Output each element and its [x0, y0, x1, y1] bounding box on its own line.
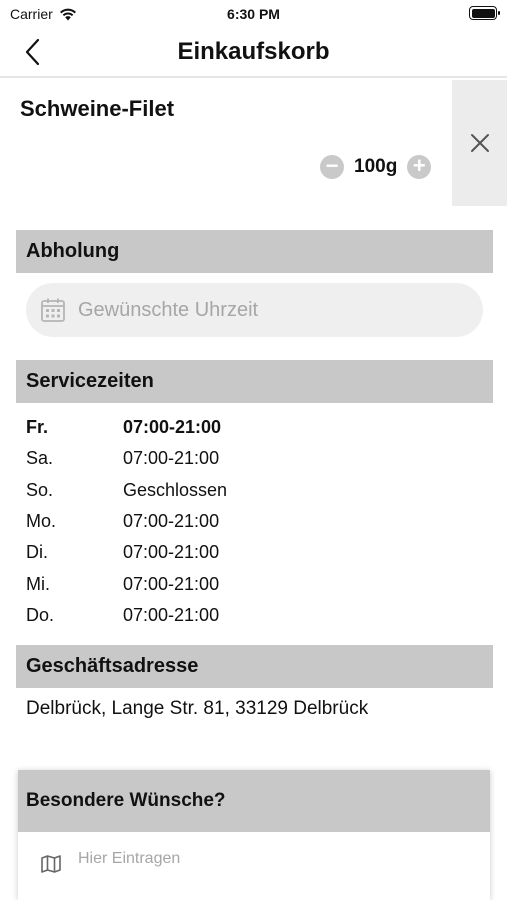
minus-circle-icon: −: [325, 153, 339, 178]
battery-icon: [469, 6, 500, 20]
hours-time: Geschlossen: [123, 479, 228, 500]
quantity-stepper: − 100g +: [320, 152, 432, 182]
hours-day: So.: [26, 479, 54, 500]
hours-time: 07:00-21:00: [123, 542, 220, 563]
hours-day: Do.: [26, 604, 55, 625]
hours-day: Mo.: [26, 511, 57, 532]
nav-bar: Einkaufskorb: [0, 28, 507, 78]
store-address: Delbrück, Lange Str. 81, 33129 Delbrück: [26, 698, 369, 719]
service-hours-list: Fr. 07:00-21:00 Sa. 07:00-21:00 So. Gesc…: [26, 412, 466, 631]
close-icon: [470, 134, 489, 152]
special-requests-input[interactable]: Hier Eintragen: [40, 850, 180, 874]
special-requests-card: Besondere Wünsche? Hier Eintragen: [18, 770, 490, 900]
pickup-time-input[interactable]: Gewünschte Uhrzeit: [26, 283, 483, 337]
hours-time: 07:00-21:00: [123, 511, 220, 532]
calendar-icon: [41, 298, 65, 322]
special-requests-header: Besondere Wünsche?: [18, 770, 490, 832]
hours-row: Mo. 07:00-21:00: [26, 506, 466, 537]
map-icon: [41, 855, 61, 873]
hours-time: 07:00-21:00: [123, 417, 222, 438]
increase-quantity-button[interactable]: +: [407, 153, 432, 179]
hours-row: Fr. 07:00-21:00: [26, 412, 466, 443]
hours-time: 07:00-21:00: [123, 573, 220, 594]
pickup-header: Abholung: [16, 230, 493, 273]
hours-row: So. Geschlossen: [26, 475, 466, 506]
hours-row: Di. 07:00-21:00: [26, 537, 466, 568]
hours-day: Sa.: [26, 448, 54, 469]
hours-row: Do. 07:00-21:00: [26, 600, 466, 631]
decrease-quantity-button[interactable]: −: [320, 155, 344, 179]
special-requests-placeholder: Hier Eintragen: [78, 850, 181, 867]
status-bar: Carrier 6:30 PM: [0, 0, 507, 28]
address-header: Geschäftsadresse: [16, 645, 493, 688]
status-time: 6:30 PM: [227, 6, 280, 22]
plus-circle-icon: +: [412, 153, 426, 178]
service-hours-header: Servicezeiten: [16, 360, 493, 403]
hours-day: Di.: [26, 542, 48, 563]
quantity-value: 100g: [354, 156, 398, 177]
hours-time: 07:00-21:00: [123, 604, 220, 625]
cart-item: Schweine-Filet − 100g +: [0, 80, 507, 206]
hours-row: Mi. 07:00-21:00: [26, 568, 466, 599]
hours-time: 07:00-21:00: [123, 448, 220, 469]
cart-item-name: Schweine-Filet: [20, 96, 175, 121]
remove-item-button[interactable]: [452, 80, 507, 206]
hours-day: Mi.: [26, 573, 50, 594]
pickup-time-placeholder: Gewünschte Uhrzeit: [78, 298, 259, 321]
hours-day: Fr.: [26, 417, 49, 438]
page-title: Einkaufskorb: [177, 38, 330, 65]
hours-row: Sa. 07:00-21:00: [26, 443, 466, 474]
